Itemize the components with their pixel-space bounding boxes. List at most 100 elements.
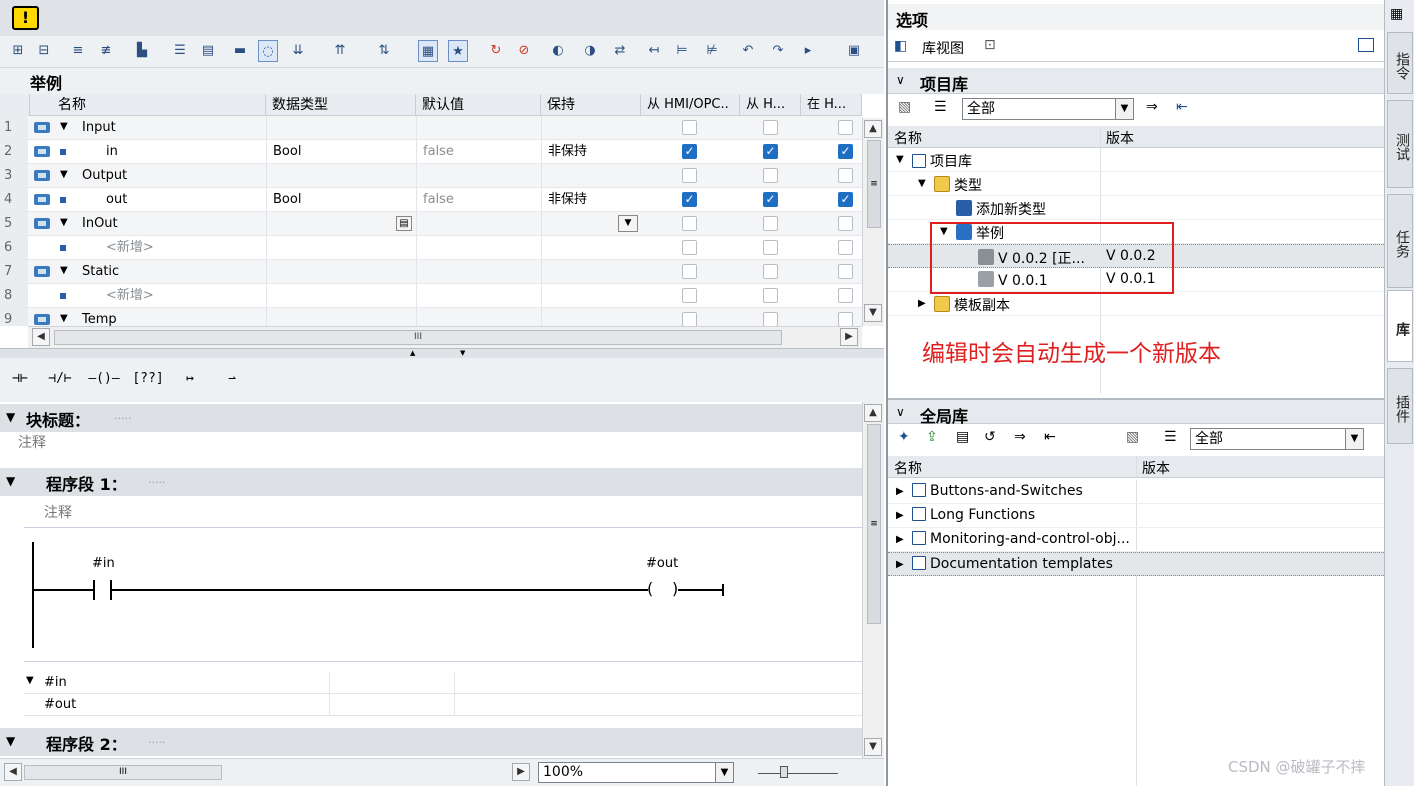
block-comment[interactable]: 注释 [18,432,46,452]
split-up-icon[interactable]: ▲ [410,349,415,357]
tab-tasks[interactable]: 任务 [1387,194,1413,288]
comment-icon[interactable]: ◌ [258,40,278,62]
project-lib-item[interactable]: 添加新类型 [888,196,1386,220]
scroll-down-icon[interactable]: ▼ [864,738,882,756]
param-default[interactable] [416,212,541,235]
hmi-visible-checkbox[interactable] [838,216,853,231]
hmi-visible-checkbox[interactable]: ✓ [838,192,853,207]
more-icon[interactable]: ▸ [798,40,818,62]
row-number[interactable]: 2 [0,140,28,163]
maximize-icon[interactable] [1358,38,1374,52]
indent-icon[interactable]: ⊭ [702,40,722,62]
hmi-write-checkbox[interactable] [763,288,778,303]
close-branch-icon[interactable]: ⇀ [216,368,248,390]
chevron-down-icon[interactable]: ▼ [618,215,638,232]
insert-network-icon[interactable]: ≡ [68,40,88,62]
param-retain[interactable]: 非保持 [541,188,641,211]
row-number[interactable]: 1 [0,116,28,139]
col-version[interactable]: 版本 [1106,128,1134,148]
scroll-up-icon[interactable]: ▲ [864,404,882,422]
chevron-down-icon[interactable]: ▼ [1115,99,1133,119]
block-vscroll[interactable]: ▲ ≡ ▼ [862,402,884,758]
param-type[interactable]: Bool [266,188,416,211]
hscroll-thumb[interactable]: III [54,330,782,345]
tab-addins[interactable]: 插件 [1387,368,1413,444]
hmi-access-checkbox[interactable] [682,312,697,326]
project-lib-filter[interactable]: 全部 ▼ [962,98,1134,120]
param-default[interactable] [416,164,541,187]
no-contact-icon[interactable]: ⊣⊢ [4,368,36,390]
interface-row[interactable]: 6 <新增> [0,236,862,260]
row-number[interactable]: 6 [0,236,28,259]
interface-hscroll[interactable]: ◀ III ▶ [28,326,862,348]
zoom-slider[interactable] [758,773,838,774]
interface-row[interactable]: 5 ▼ InOut ▤ ▼ [0,212,862,236]
contact-left[interactable] [93,580,95,600]
interface-vscroll[interactable]: ▲ ≡ ▼ [862,118,884,326]
col-header-type[interactable]: 数据类型 [266,94,416,116]
forward-icon[interactable]: ↷ [768,40,788,62]
grid-layout-icon[interactable]: ▦ [1390,6,1408,28]
global-lib-item[interactable]: ▶ Buttons-and-Switches [888,480,1386,504]
param-retain[interactable] [541,116,641,139]
network-icon[interactable]: ▬ [230,40,250,62]
param-retain[interactable] [541,260,641,283]
param-name[interactable]: in [106,140,118,163]
param-default[interactable] [416,116,541,139]
chevron-down-icon[interactable]: ∨ [896,73,905,87]
lib-view-icon[interactable]: ◧ [894,38,907,54]
param-name[interactable]: Static [82,260,119,283]
param-type[interactable] [266,164,416,187]
import-icon[interactable]: ⇤ [1044,429,1056,445]
coil-icon[interactable]: –()– [88,368,120,390]
param-retain[interactable] [541,164,641,187]
jump-icon[interactable]: ↤ [644,40,664,62]
param-type[interactable] [266,212,416,235]
monitor-icon[interactable]: ◑ [580,40,600,62]
hmi-write-checkbox[interactable] [763,216,778,231]
collapse-icon[interactable]: ▶ [896,559,904,570]
hmi-visible-checkbox[interactable] [838,120,853,135]
interface-row[interactable]: 8 <新增> [0,284,862,308]
param-default[interactable] [416,308,541,326]
hmi-access-checkbox[interactable] [682,216,697,231]
lib-view-label[interactable]: 库视图 [922,38,964,58]
scroll-down-icon[interactable]: ▼ [864,304,882,322]
project-lib-item[interactable]: ▶ 模板副本 [888,292,1386,316]
interface-row[interactable]: 7 ▼ Static [0,260,862,284]
tool-icon[interactable]: ▙ [132,40,152,62]
interface-row[interactable]: 9 ▼ Temp [0,308,862,326]
param-type[interactable] [266,116,416,139]
scroll-right-icon[interactable]: ▶ [840,328,858,346]
interface-row[interactable]: 3 ▼ Output [0,164,862,188]
list-view-icon[interactable]: ☰ [934,99,947,115]
zoom-slider-thumb[interactable] [780,766,788,778]
expand-icon[interactable]: ⇊ [288,40,308,62]
collapse-icon[interactable]: ▼ [6,410,15,424]
chevron-down-icon[interactable]: ▼ [1345,429,1363,449]
open-lib-icon[interactable]: ⇪ [926,429,938,445]
row-number[interactable]: 9 [0,308,28,326]
export-icon[interactable]: ⇒ [1014,429,1026,445]
coil-open[interactable]: ( [647,579,653,598]
export-icon[interactable]: ⇒ [1146,99,1158,115]
hmi-visible-checkbox[interactable] [838,168,853,183]
coil-operand[interactable]: #out [646,556,678,571]
param-name[interactable]: <新增> [106,284,154,307]
hmi-access-checkbox[interactable] [682,264,697,279]
param-type[interactable] [266,236,416,259]
hmi-write-checkbox[interactable] [763,168,778,183]
insert-row-icon[interactable]: ⊞ [8,40,28,62]
split-down-icon[interactable]: ▼ [460,349,465,357]
param-name[interactable]: InOut [82,212,118,235]
absolute-icon[interactable]: ⇅ [374,40,394,62]
col-header-retain[interactable]: 保持 [541,94,641,116]
param-name[interactable]: <新增> [106,236,154,259]
expand-icon[interactable]: ▼ [896,154,904,165]
project-lib-item[interactable]: ▼ 项目库 [888,148,1386,172]
global-lib-header[interactable]: ∨ 全局库 [888,398,1386,426]
global-lib-item[interactable]: ▶ Monitoring-and-control-obj... [888,528,1386,552]
param-name[interactable]: Temp [82,308,117,326]
import-icon[interactable]: ⇤ [1176,99,1188,115]
scroll-right-icon[interactable]: ▶ [512,763,530,781]
